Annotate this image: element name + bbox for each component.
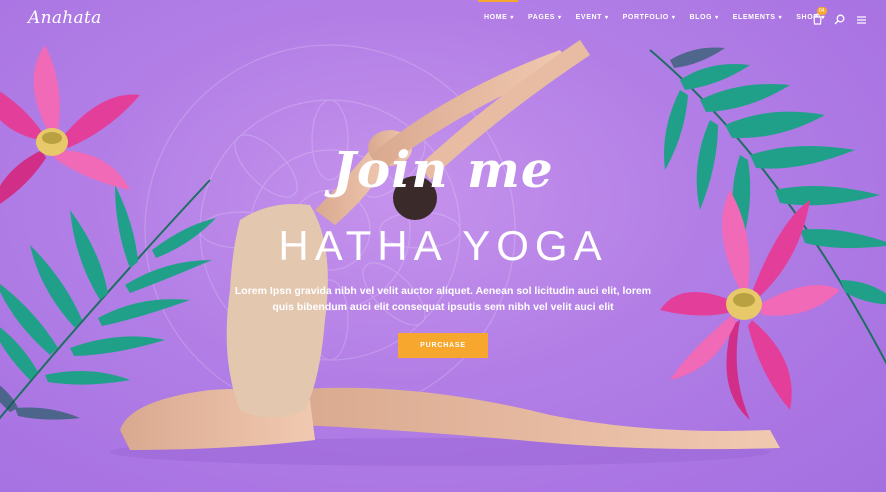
search-icon[interactable] xyxy=(834,12,846,25)
chevron-down-icon: ▾ xyxy=(558,15,562,21)
cart-count-badge: 04 xyxy=(817,7,827,15)
nav-item-home[interactable]: HOME ▾ xyxy=(484,14,514,21)
nav-label: PORTFOLIO xyxy=(622,14,669,21)
main-nav: HOME ▾ PAGES ▾ EVENT ▾ PORTFOLIO ▾ BLOG ▾ ELE… xyxy=(484,14,839,21)
chevron-down-icon: ▾ xyxy=(671,15,676,21)
cart-icon[interactable]: 04 xyxy=(812,7,827,25)
nav-label: ELEMENTS xyxy=(732,14,776,21)
nav-item-pages[interactable]: PAGES ▾ xyxy=(528,14,562,21)
nav-label: PAGES xyxy=(528,14,556,21)
chevron-down-icon: ▾ xyxy=(510,15,515,21)
header-icons: 04 xyxy=(812,7,868,25)
nav-active-indicator xyxy=(478,0,518,2)
menu-icon[interactable] xyxy=(856,12,868,24)
nav-label: EVENT xyxy=(575,14,602,21)
hero-description: Lorem Ipsn gravida nibh vel velit auctor… xyxy=(234,285,652,313)
hero-script-title: Join me xyxy=(332,140,554,199)
chevron-down-icon: ▾ xyxy=(715,15,719,21)
nav-item-event[interactable]: EVENT ▾ xyxy=(576,14,609,21)
chevron-down-icon: ▾ xyxy=(778,15,783,21)
hero-title: HATHA YOGA xyxy=(278,222,608,269)
page: Anahata HOME ▾ PAGES ▾ EVENT ▾ PORTFOLIO ▾ B… xyxy=(0,0,886,492)
nav-item-portfolio[interactable]: PORTFOLIO ▾ xyxy=(623,14,676,21)
chevron-down-icon: ▾ xyxy=(605,15,609,21)
purchase-button[interactable]: PURCHASE xyxy=(398,333,488,358)
nav-item-blog[interactable]: BLOG ▾ xyxy=(689,14,718,21)
nav-label: BLOG xyxy=(689,14,713,21)
nav-label: HOME xyxy=(484,14,508,21)
nav-item-elements[interactable]: ELEMENTS ▾ xyxy=(733,14,783,21)
logo[interactable]: Anahata xyxy=(28,8,102,28)
